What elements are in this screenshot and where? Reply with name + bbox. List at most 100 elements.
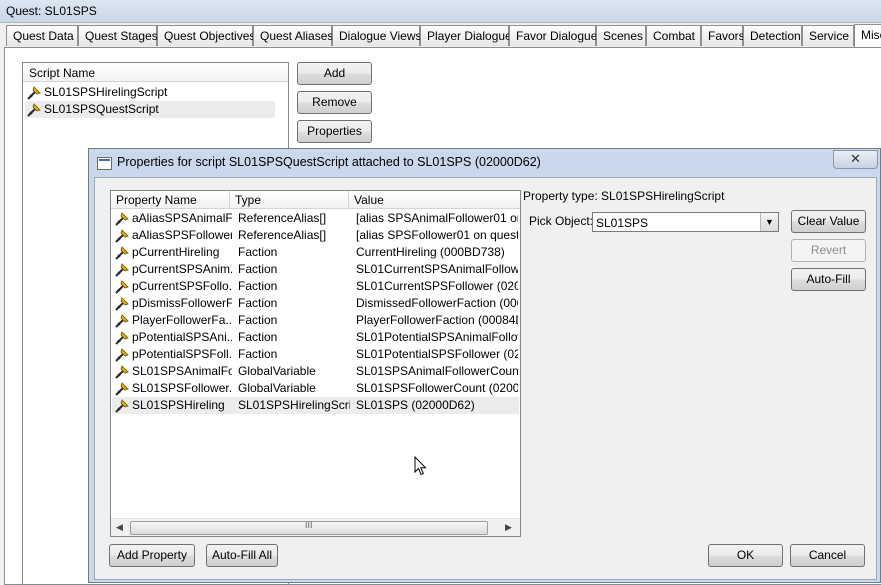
close-icon[interactable]: ✕: [833, 150, 878, 169]
property-row[interactable]: SL01SPSFollower... GlobalVariable SL01SPSF…: [112, 380, 519, 397]
auto-fill-button[interactable]: Auto-Fill: [791, 268, 866, 291]
dialog-client-area: Property Name Type Value aAliasSPSAnimal…: [94, 177, 877, 580]
script-icon: [115, 263, 129, 277]
script-icon: [115, 331, 129, 345]
property-value-cell: SL01PotentialSPSAnimalFollower ...: [356, 330, 518, 344]
property-value-cell: SL01SPSFollowerCount (02001D9...: [356, 381, 518, 395]
script-icon: [27, 86, 41, 100]
property-name-cell: SL01SPSFollower...: [132, 381, 232, 395]
property-row[interactable]: pDismissFollowerF... Faction DismissedFoll…: [112, 295, 519, 312]
properties-dialog: Properties for script SL01SPSQuestScript…: [88, 148, 881, 583]
property-value-cell: CurrentHireling (000BD738): [356, 245, 505, 259]
script-name-column-header[interactable]: Script Name: [23, 63, 288, 82]
property-row[interactable]: pPotentialSPSFoll... Faction SL01Potential…: [112, 346, 519, 363]
properties-button[interactable]: Properties: [297, 120, 372, 143]
scrollbar-thumb[interactable]: III: [130, 520, 488, 535]
scroll-left-icon[interactable]: ◀: [116, 522, 123, 533]
property-value-cell: [alias SPSFollower01 on quest SL...: [356, 228, 518, 242]
property-type-cell: Faction: [238, 347, 278, 361]
property-value-cell: SL01PotentialSPSFollower (0200...: [356, 347, 518, 361]
property-row[interactable]: pCurrentHireling Faction CurrentHireling (…: [112, 244, 519, 261]
pick-object-value: SL01SPS: [596, 216, 649, 230]
tab-quest-aliases[interactable]: Quest Aliases: [253, 25, 333, 46]
script-item[interactable]: SL01SPSHirelingScript: [25, 84, 275, 101]
script-icon: [115, 314, 129, 328]
chevron-down-icon[interactable]: ▼: [760, 213, 778, 231]
tab-scenes[interactable]: Scenes: [596, 25, 646, 46]
column-header-property-name[interactable]: Property Name: [111, 191, 230, 209]
window-icon: [97, 157, 112, 170]
property-name-cell: SL01SPSHireling: [132, 398, 225, 412]
property-value-cell: SL01CurrentSPSFollower (02001...: [356, 279, 518, 293]
cancel-button[interactable]: Cancel: [790, 544, 865, 567]
dialog-title: Properties for script SL01SPSQuestScript…: [117, 155, 541, 169]
script-icon: [115, 212, 129, 226]
clear-value-button[interactable]: Clear Value: [791, 210, 866, 233]
property-type-cell: Faction: [238, 262, 278, 276]
property-row[interactable]: PlayerFollowerFa... Faction PlayerFollower…: [112, 312, 519, 329]
property-row[interactable]: SL01SPSAnimalFol... GlobalVariable SL01SPS…: [112, 363, 519, 380]
add-script-button[interactable]: Add: [297, 62, 372, 85]
property-row[interactable]: pPotentialSPSAni... Faction SL01PotentialS…: [112, 329, 519, 346]
property-type-cell: Faction: [238, 313, 278, 327]
property-row[interactable]: pCurrentSPSAnim... Faction SL01CurrentSPSA…: [112, 261, 519, 278]
property-row[interactable]: aAliasSPSFollower ReferenceAlias[] [alias …: [112, 227, 519, 244]
property-name-cell: pCurrentHireling: [132, 245, 220, 259]
script-icon: [115, 297, 129, 311]
tab-misc[interactable]: Misc: [854, 24, 881, 47]
remove-script-button[interactable]: Remove: [297, 91, 372, 114]
pick-object-dropdown[interactable]: SL01SPS ▼: [592, 212, 779, 232]
script-icon: [115, 365, 129, 379]
script-item-selected[interactable]: SL01SPSQuestScript: [25, 101, 275, 118]
tab-combat[interactable]: Combat: [646, 25, 701, 46]
property-type-cell: Faction: [238, 245, 278, 259]
tab-quest-objectives[interactable]: Quest Objectives: [157, 25, 255, 46]
property-name-cell: pPotentialSPSFoll...: [132, 347, 232, 361]
property-value-cell: PlayerFollowerFaction (00084D1B...: [356, 313, 518, 327]
grip-icon: III: [305, 520, 313, 530]
script-icon: [115, 229, 129, 243]
tab-quest-data[interactable]: Quest Data: [6, 25, 78, 46]
horizontal-scrollbar[interactable]: ◀ III ▶: [111, 518, 520, 536]
script-icon: [115, 382, 129, 396]
property-name-cell: pPotentialSPSAni...: [132, 330, 232, 344]
property-table[interactable]: Property Name Type Value aAliasSPSAnimal…: [110, 190, 521, 537]
property-name-cell: PlayerFollowerFa...: [132, 313, 232, 327]
script-item-label: SL01SPSHirelingScript: [44, 85, 168, 99]
column-header-type[interactable]: Type: [230, 191, 349, 209]
quest-window-titlebar: Quest: SL01SPS: [0, 0, 881, 23]
tab-quest-stages[interactable]: Quest Stages: [78, 25, 158, 46]
property-type-cell: GlobalVariable: [238, 381, 316, 395]
script-icon: [115, 348, 129, 362]
property-name-cell: pCurrentSPSAnim...: [132, 262, 232, 276]
property-value-cell: SL01SPS (02000D62): [356, 398, 475, 412]
auto-fill-all-button[interactable]: Auto-Fill All: [206, 544, 278, 567]
property-value-cell: SL01CurrentSPSAnimalFollower (...: [356, 262, 518, 276]
property-name-cell: aAliasSPSFollower: [132, 228, 232, 242]
tab-dialogue-views[interactable]: Dialogue Views: [332, 25, 422, 46]
pick-object-label: Pick Object:: [529, 214, 594, 228]
scroll-right-icon[interactable]: ▶: [505, 522, 512, 533]
property-value-cell: DismissedFollowerFaction (0005...: [356, 296, 518, 310]
ok-button[interactable]: OK: [708, 544, 783, 567]
add-property-button[interactable]: Add Property: [109, 544, 195, 567]
tab-favor-dialogue[interactable]: Favor Dialogue: [509, 25, 597, 46]
property-type-label: Property type: SL01SPSHirelingScript: [523, 189, 725, 203]
column-header-value[interactable]: Value: [349, 191, 520, 209]
tab-service[interactable]: Service: [802, 25, 854, 46]
property-row[interactable]: SL01SPSHireling SL01SPSHirelingScript SL01…: [112, 397, 519, 414]
revert-button[interactable]: Revert: [791, 239, 866, 262]
property-type-cell: Faction: [238, 279, 278, 293]
property-type-cell: Faction: [238, 296, 278, 310]
property-value-cell: [alias SPSAnimalFollower01 on q...: [356, 211, 518, 225]
property-row[interactable]: pCurrentSPSFollo... Faction SL01CurrentSPS…: [112, 278, 519, 295]
script-item-label: SL01SPSQuestScript: [44, 102, 159, 116]
tab-detection[interactable]: Detection: [743, 25, 802, 46]
tab-player-dialogue[interactable]: Player Dialogue: [420, 25, 512, 46]
property-type-cell: ReferenceAlias[]: [238, 211, 327, 225]
tab-favors[interactable]: Favors: [701, 25, 745, 46]
script-icon: [115, 399, 129, 413]
property-type-cell: SL01SPSHirelingScript: [238, 398, 350, 412]
property-name-cell: SL01SPSAnimalFol...: [132, 364, 232, 378]
property-row[interactable]: aAliasSPSAnimalF... ReferenceAlias[] [alia…: [112, 210, 519, 227]
